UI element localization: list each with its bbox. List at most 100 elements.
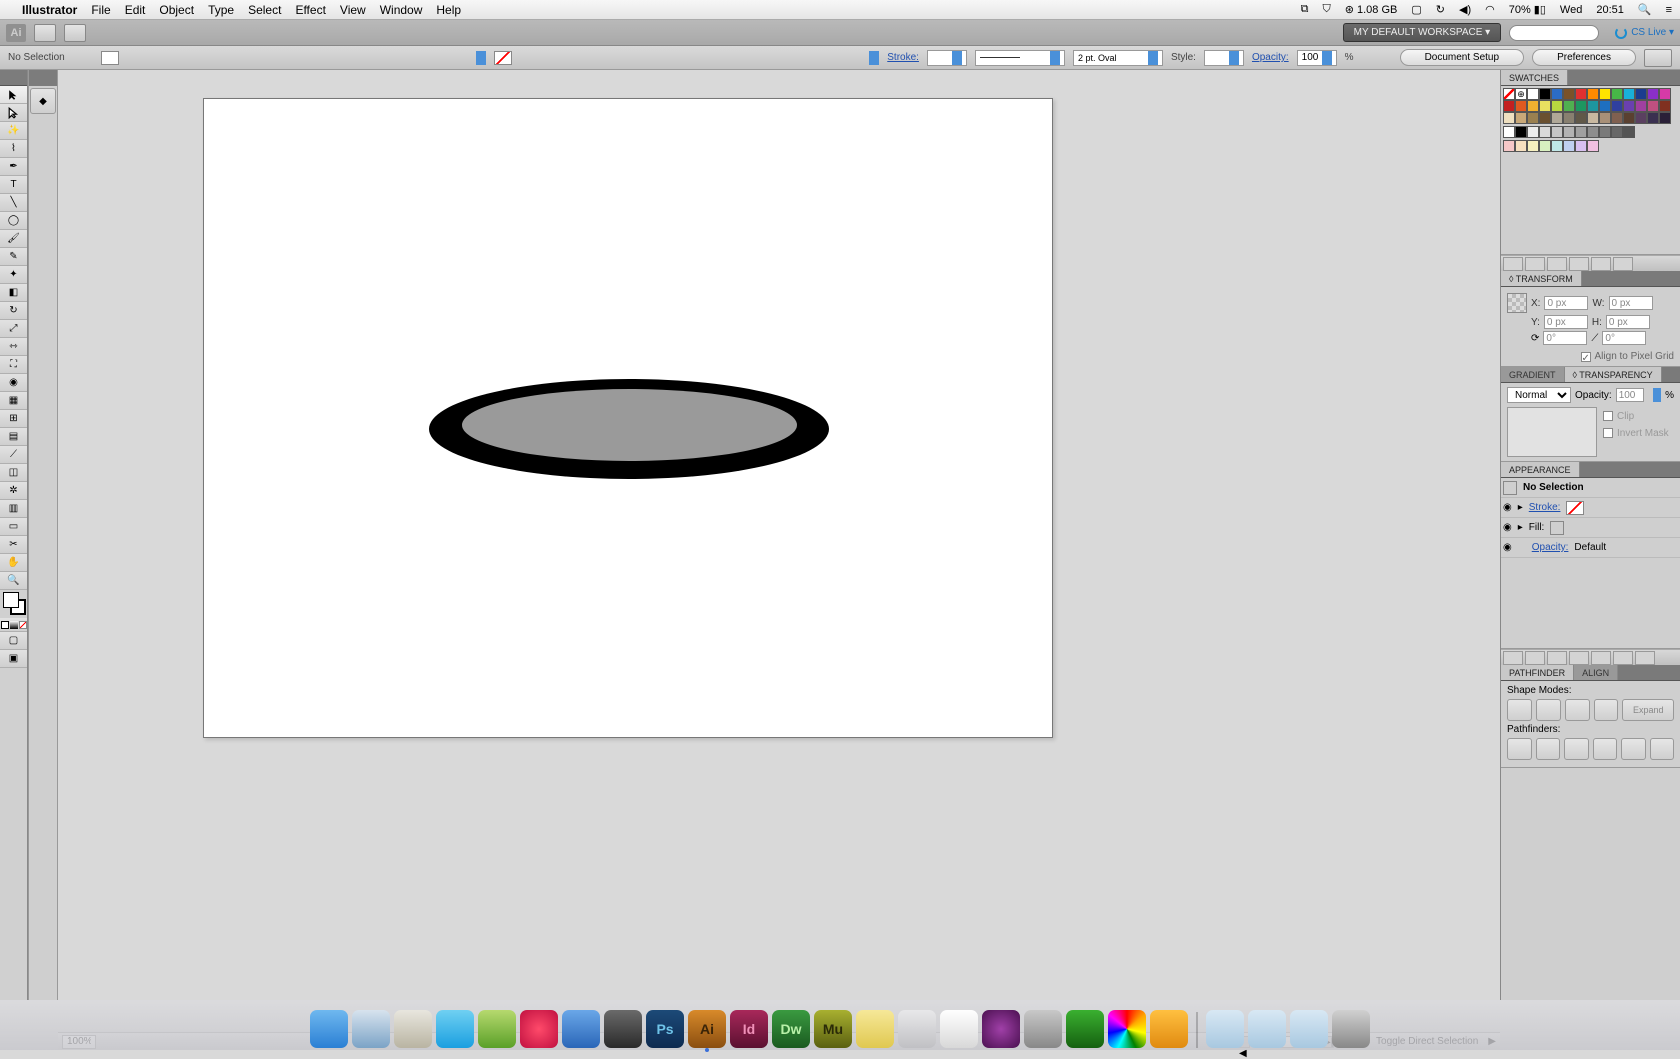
stroke-swatch[interactable]	[494, 51, 512, 65]
swatch-kind-button[interactable]	[1525, 257, 1545, 271]
dock-app-spotify[interactable]	[1066, 1010, 1104, 1048]
swatch[interactable]	[1623, 88, 1635, 100]
swatch[interactable]: ⊕	[1515, 88, 1527, 100]
notifications-icon[interactable]: ≡	[1666, 4, 1672, 16]
pastel-swatches[interactable]	[1503, 140, 1678, 152]
fill-box[interactable]	[3, 592, 19, 608]
dock-app-messages[interactable]	[436, 1010, 474, 1048]
perspective-tool[interactable]: ▦	[0, 392, 27, 410]
graph-tool[interactable]: ▥	[0, 500, 27, 518]
swatch[interactable]	[1575, 88, 1587, 100]
transform-w-input[interactable]	[1609, 296, 1653, 310]
dock-app-sysprefs[interactable]	[1024, 1010, 1062, 1048]
rotate-tool[interactable]: ↻	[0, 302, 27, 320]
ellipse-shape-gray[interactable]	[462, 389, 797, 461]
swatch[interactable]	[1527, 126, 1539, 138]
dock-app-trash[interactable]	[1332, 1010, 1370, 1048]
blend-tool[interactable]: ◫	[0, 464, 27, 482]
dock-app-folder1[interactable]	[1206, 1010, 1244, 1048]
stroke-profile-select[interactable]	[975, 50, 1065, 66]
menu-window[interactable]: Window	[380, 3, 423, 17]
dock-app-sublime[interactable]	[604, 1010, 642, 1048]
swatch[interactable]	[1515, 100, 1527, 112]
gradient-tool[interactable]: ▤	[0, 428, 27, 446]
brush-select[interactable]: 2 pt. Oval	[1073, 50, 1163, 66]
swatch[interactable]	[1647, 88, 1659, 100]
dropbox-icon[interactable]: ⧉	[1301, 3, 1309, 16]
fill-dropdown[interactable]	[476, 51, 486, 65]
swatch[interactable]	[1539, 88, 1551, 100]
menu-view[interactable]: View	[340, 3, 366, 17]
reference-point-icon[interactable]	[1507, 293, 1527, 313]
dock-app-indesign[interactable]: Id	[730, 1010, 768, 1048]
stroke-weight-input[interactable]	[927, 50, 967, 66]
swatch[interactable]	[1563, 112, 1575, 124]
visibility-icon[interactable]: ◉	[1503, 542, 1512, 553]
cslive-button[interactable]: CS Live ▾	[1615, 27, 1674, 39]
swatch[interactable]	[1635, 112, 1647, 124]
swatch[interactable]	[1551, 88, 1563, 100]
swatch[interactable]	[1503, 112, 1515, 124]
align-options-button[interactable]	[1644, 49, 1672, 67]
fill-stroke-indicator[interactable]	[0, 590, 27, 618]
zoom-tool[interactable]: 🔍	[0, 572, 27, 590]
swatch[interactable]	[1599, 88, 1611, 100]
swatch[interactable]	[1587, 100, 1599, 112]
crop-button[interactable]	[1593, 738, 1618, 760]
preferences-button[interactable]: Preferences	[1532, 49, 1636, 66]
visibility-icon[interactable]: ◉	[1503, 522, 1512, 533]
spotlight-icon[interactable]: 🔍	[1638, 3, 1652, 16]
dock-app-safari[interactable]	[352, 1010, 390, 1048]
dock-app-dreamweaver[interactable]: Dw	[772, 1010, 810, 1048]
dock-app-itunes[interactable]	[520, 1010, 558, 1048]
swatch[interactable]	[1587, 88, 1599, 100]
visibility-icon[interactable]: ◉	[1503, 502, 1512, 513]
new-art-button[interactable]	[1503, 651, 1523, 665]
dock-app-muse[interactable]: Mu	[814, 1010, 852, 1048]
blob-brush-tool[interactable]: ✦	[0, 266, 27, 284]
panel-dock-grip[interactable]	[29, 70, 57, 86]
swatch[interactable]	[1611, 112, 1623, 124]
dock-app-photoshop[interactable]: Ps	[646, 1010, 684, 1048]
arrange-documents-button[interactable]	[64, 24, 86, 42]
eyedropper-tool[interactable]: ⟋	[0, 446, 27, 464]
scale-tool[interactable]: ⤢	[0, 320, 27, 338]
swatch-grid[interactable]: ⊕	[1503, 88, 1678, 124]
swatch[interactable]	[1551, 112, 1563, 124]
swatch[interactable]	[1575, 140, 1587, 152]
app-name[interactable]: Illustrator	[22, 3, 77, 17]
rotate-input[interactable]	[1543, 331, 1587, 345]
swatch-library-button[interactable]	[1503, 257, 1523, 271]
appearance-fill-swatch[interactable]	[1550, 521, 1564, 535]
dock-app-notes[interactable]	[856, 1010, 894, 1048]
wifi-icon[interactable]: ◠	[1485, 3, 1495, 16]
transparency-tab[interactable]: ◊ TRANSPARENCY	[1565, 367, 1662, 382]
mask-preview[interactable]	[1507, 407, 1597, 457]
swatch[interactable]	[1515, 112, 1527, 124]
swatch[interactable]	[1659, 88, 1671, 100]
swatch[interactable]	[1527, 100, 1539, 112]
divide-button[interactable]	[1507, 738, 1532, 760]
width-tool[interactable]: ⇿	[0, 338, 27, 356]
swatch[interactable]	[1503, 140, 1515, 152]
swatch[interactable]	[1527, 140, 1539, 152]
swatch[interactable]	[1647, 112, 1659, 124]
opacity-link[interactable]: Opacity:	[1252, 52, 1289, 63]
swatch[interactable]	[1515, 140, 1527, 152]
swatch[interactable]	[1539, 126, 1551, 138]
workspace-switcher[interactable]: MY DEFAULT WORKSPACE ▾	[1343, 23, 1502, 42]
swatch[interactable]	[1623, 112, 1635, 124]
dock-app-downloads[interactable]	[1290, 1010, 1328, 1048]
swatch[interactable]	[1659, 112, 1671, 124]
swatch[interactable]	[1659, 100, 1671, 112]
transparency-opacity-input[interactable]	[1616, 388, 1644, 402]
opacity-input[interactable]: 100	[1297, 50, 1337, 66]
merge-button[interactable]	[1564, 738, 1589, 760]
dock-app-word[interactable]	[562, 1010, 600, 1048]
dock-app-numbers[interactable]	[898, 1010, 936, 1048]
menu-effect[interactable]: Effect	[295, 3, 325, 17]
pen-tool[interactable]: ✒	[0, 158, 27, 176]
grayscale-swatches[interactable]	[1503, 126, 1678, 138]
volume-icon[interactable]: ◀)	[1459, 3, 1471, 16]
hand-tool[interactable]: ✋	[0, 554, 27, 572]
